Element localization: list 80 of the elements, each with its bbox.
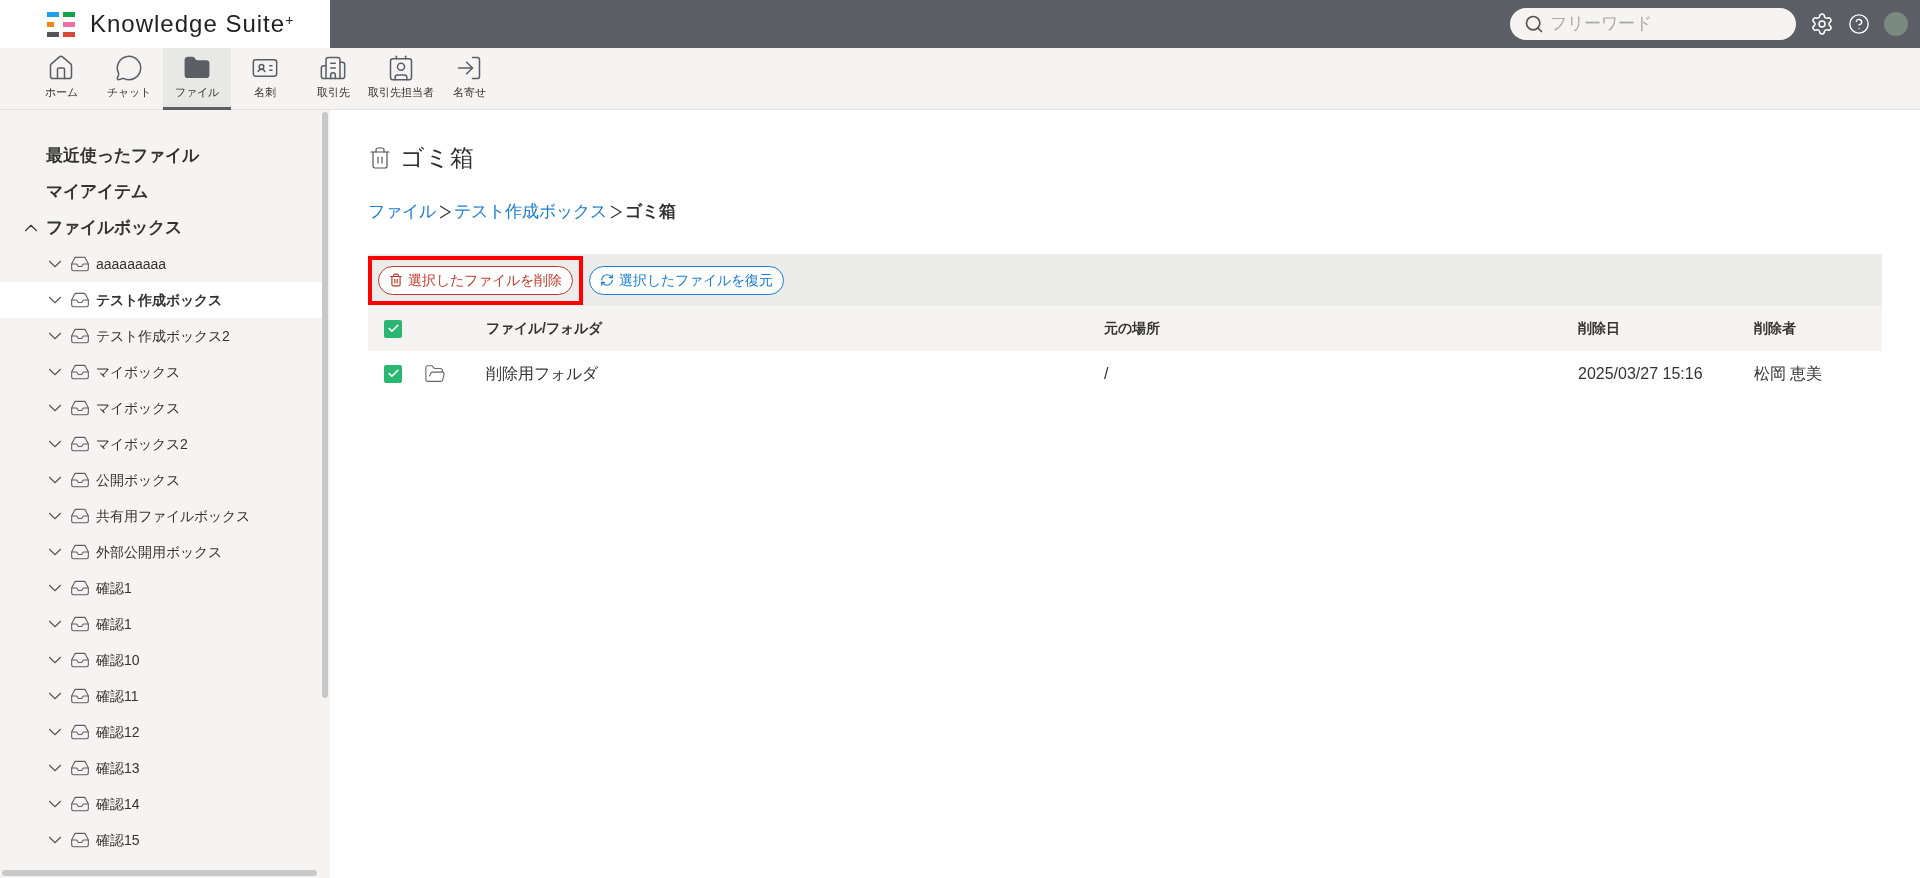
inbox-icon [70, 578, 90, 598]
table-cell[interactable]: 削除用フォルダ [486, 364, 598, 382]
inbox-icon [70, 290, 90, 310]
folder-icon [424, 362, 446, 385]
nav-tab[interactable]: 取引先 [299, 48, 367, 110]
table-cell: / [1104, 364, 1109, 382]
sidebar-item[interactable]: マイボックス2 [0, 426, 323, 462]
logo-icon [47, 11, 76, 37]
inbox-icon [70, 722, 90, 742]
inbox-icon [70, 686, 90, 706]
inbox-icon [70, 326, 90, 346]
page-title: ゴミ箱 [400, 143, 474, 173]
sidebar-item[interactable]: 確認14 [0, 786, 323, 822]
sidebar-item[interactable]: 確認12 [0, 714, 323, 750]
avatar[interactable] [1884, 12, 1908, 36]
nav-tab[interactable]: 名寄せ [435, 48, 503, 110]
inbox-icon [70, 758, 90, 778]
column-header: 元の場所 [1104, 319, 1161, 338]
inbox-icon [70, 434, 90, 454]
column-header: ファイル/フォルダ [486, 319, 604, 338]
search-field[interactable]: フリーワード [1510, 8, 1796, 40]
inbox-icon [70, 614, 90, 634]
sidebar-item[interactable]: aaaaaaaaa [0, 246, 323, 282]
sidebar-item[interactable]: テスト作成ボックス2 [0, 318, 323, 354]
chevron-right-icon [438, 204, 452, 220]
table-cell-text: 松岡 恵美 [1754, 363, 1823, 384]
sidebar-item[interactable]: テスト作成ボックス [0, 282, 323, 318]
sidebar-item[interactable]: 確認13 [0, 750, 323, 786]
chevron-right-icon [609, 204, 623, 220]
sidebar-item[interactable]: 確認1 [0, 570, 323, 606]
inbox-icon [70, 362, 90, 382]
sidebar-item[interactable]: 確認11 [0, 678, 323, 714]
sidebar-item[interactable]: 確認1 [0, 606, 323, 642]
inbox-icon [70, 470, 90, 490]
trash-icon [389, 273, 403, 287]
column-header: 削除者 [1754, 319, 1796, 338]
nav-tab[interactable]: 取引先担当者 [367, 48, 435, 110]
breadcrumb-current: ゴミ箱 [625, 201, 676, 224]
column-header: 削除日 [1578, 319, 1621, 338]
chat-bubble-icon [115, 54, 143, 83]
breadcrumb-link[interactable]: ファイル [368, 199, 436, 225]
inbox-icon [70, 650, 90, 670]
search-icon [1524, 14, 1544, 34]
sidebar-item[interactable]: 共有用ファイルボックス [0, 498, 323, 534]
sidebar-item[interactable]: マイボックス [0, 390, 323, 426]
search-input[interactable]: フリーワード [1550, 11, 1770, 37]
check-icon [386, 322, 400, 335]
inbox-icon [70, 794, 90, 814]
check-icon [386, 367, 400, 380]
inbox-icon [70, 830, 90, 850]
settings-icon[interactable] [1810, 12, 1834, 36]
nav-tab[interactable]: ホーム [27, 48, 95, 110]
sidebar-item[interactable]: 確認15 [0, 822, 323, 858]
sidebar-item[interactable]: 公開ボックス [0, 462, 323, 498]
checkbox[interactable] [384, 364, 402, 383]
nav-tab[interactable]: ファイル [163, 48, 231, 110]
scrollbar[interactable] [322, 112, 328, 698]
inbox-icon [70, 542, 90, 562]
sidebar-item[interactable]: 確認10 [0, 642, 323, 678]
logo-text: Knowledge Suite$^{+}$ [90, 9, 295, 39]
table-cell: 2025/03/27 15:16 [1578, 364, 1703, 382]
restore-button[interactable]: 選択したファイルを復元 [589, 265, 784, 295]
refresh-icon [600, 273, 614, 287]
sidebar-item[interactable]: 外部公開用ボックス [0, 534, 323, 570]
sidebar-item[interactable]: ファイルボックス [46, 215, 182, 241]
delete-button[interactable]: 選択したファイルを削除 [378, 265, 573, 295]
sidebar-item[interactable]: マイボックス [0, 354, 323, 390]
nav-tab[interactable]: 名刺 [231, 48, 299, 110]
nav-tab[interactable]: チャット [95, 48, 163, 110]
inbox-icon [70, 398, 90, 418]
contact-icon [387, 54, 415, 83]
help-icon[interactable] [1848, 13, 1870, 35]
sidebar-item[interactable]: マイアイテム [46, 179, 148, 205]
checkbox[interactable] [384, 319, 402, 338]
sidebar-item[interactable]: 最近使ったファイル [46, 143, 199, 169]
breadcrumb-link[interactable]: テスト作成ボックス [454, 199, 607, 225]
inbox-icon [70, 254, 90, 274]
trash-icon [368, 146, 392, 170]
inbox-icon [70, 506, 90, 526]
scrollbar[interactable] [2, 870, 317, 876]
